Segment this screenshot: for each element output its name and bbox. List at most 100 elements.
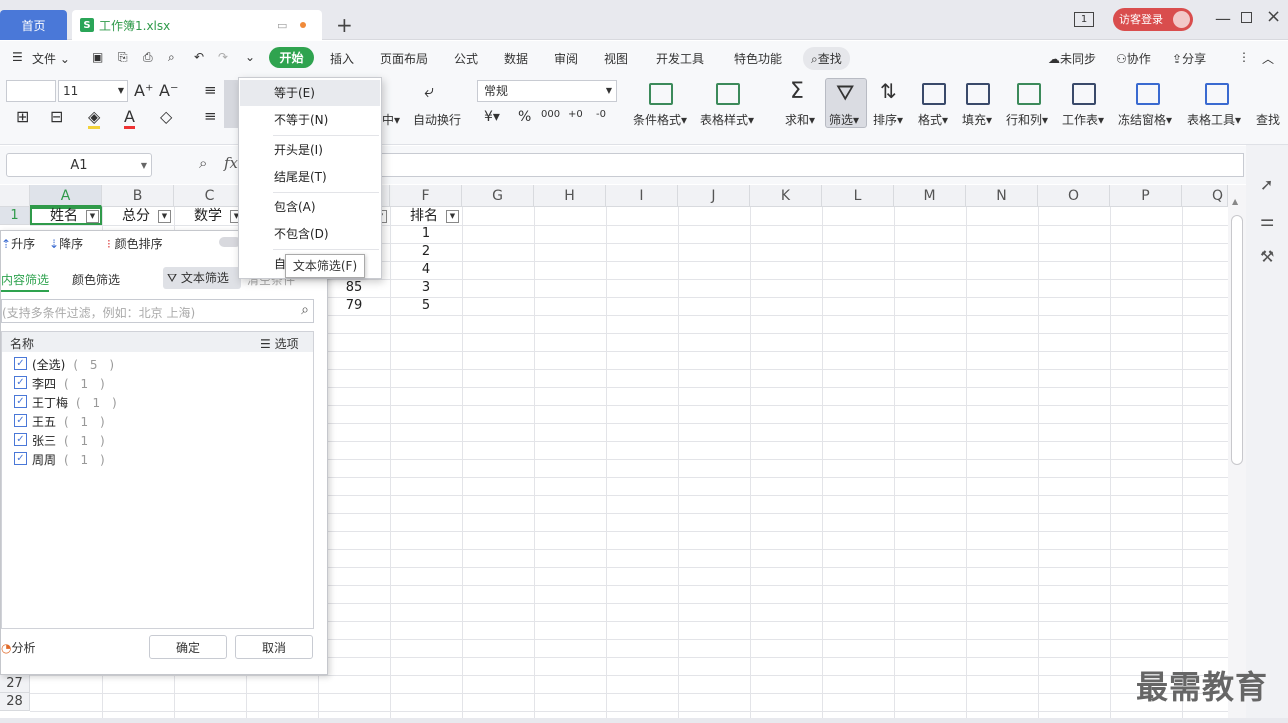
menu-item-begins-with[interactable]: 开头是(I) bbox=[240, 137, 380, 163]
page-indicator[interactable]: 1 bbox=[1074, 12, 1094, 27]
hamburger-icon[interactable]: ☰ bbox=[12, 50, 23, 64]
font-color-icon[interactable]: A bbox=[124, 107, 135, 129]
menu-data[interactable]: 数据 bbox=[504, 50, 528, 67]
collapse-ribbon-icon[interactable]: ︿ bbox=[1262, 50, 1274, 67]
maximize-icon[interactable] bbox=[1241, 12, 1252, 23]
more-icon[interactable]: ⋮ bbox=[1238, 50, 1250, 64]
cancel-button[interactable]: 取消 bbox=[235, 635, 313, 659]
filter-options-button[interactable]: ☰ 选项 bbox=[260, 335, 299, 352]
align-active[interactable] bbox=[224, 80, 238, 128]
conditional-format-button[interactable]: 条件格式▾ bbox=[633, 111, 687, 128]
text-filter-button[interactable]: ⛛ 文本筛选 bbox=[163, 267, 241, 289]
sort-desc-button[interactable]: ⇣降序 bbox=[49, 235, 83, 252]
cell-f2[interactable]: 1 bbox=[390, 225, 462, 243]
scroll-up-icon[interactable]: ▲ bbox=[1232, 197, 1238, 206]
filter-search-input[interactable]: (支持多条件过滤，例如：北京 上海) ⌕ bbox=[1, 299, 314, 323]
zoom-icon[interactable]: ⌕ bbox=[199, 154, 207, 172]
sync-button[interactable]: ☁未同步 bbox=[1048, 50, 1096, 67]
currency-button[interactable]: ¥▾ bbox=[484, 109, 500, 125]
cell-b1[interactable]: 总分 bbox=[108, 207, 164, 225]
col-header-n[interactable]: N bbox=[966, 185, 1038, 207]
wrap-text-button[interactable]: 自动换行 bbox=[413, 111, 461, 128]
decimal-increase-button[interactable]: +0 bbox=[568, 109, 583, 120]
cell-f5[interactable]: 3 bbox=[390, 279, 462, 297]
settings-slider-icon[interactable]: ⚌ bbox=[1260, 211, 1274, 230]
worksheet-button[interactable]: 工作表▾ bbox=[1062, 111, 1104, 128]
new-tab-icon[interactable]: + bbox=[336, 13, 353, 37]
monitor-icon[interactable]: ▭ bbox=[277, 19, 287, 32]
col-header-f[interactable]: F bbox=[390, 185, 462, 207]
row-header-1[interactable]: 1 bbox=[0, 207, 30, 225]
scroll-thumb[interactable] bbox=[1231, 215, 1243, 465]
cell-f6[interactable]: 5 bbox=[390, 297, 462, 315]
cell-f1[interactable]: 排名 bbox=[396, 207, 452, 225]
format-button[interactable]: 格式▾ bbox=[918, 111, 948, 128]
tab-color-filter[interactable]: 颜色筛选 bbox=[72, 271, 120, 288]
menu-item-not-equals[interactable]: 不等于(N) bbox=[240, 107, 380, 133]
col-header-p[interactable]: P bbox=[1110, 185, 1182, 207]
menu-item-equals[interactable]: 等于(E) bbox=[240, 80, 380, 106]
save-icon[interactable]: ▣ bbox=[92, 50, 103, 64]
checkbox-item[interactable]: ✓ bbox=[14, 452, 27, 465]
menu-item-ends-with[interactable]: 结尾是(T) bbox=[240, 164, 380, 190]
cell-e6[interactable]: 79 bbox=[318, 297, 390, 315]
minimize-icon[interactable]: — bbox=[1215, 9, 1231, 28]
find-button[interactable]: 查找 bbox=[1256, 111, 1280, 128]
customize-icon[interactable]: ⌄ bbox=[245, 50, 255, 64]
col-header-a[interactable]: A bbox=[30, 185, 102, 207]
export-icon[interactable]: ⎘ bbox=[118, 50, 128, 65]
fill-button[interactable]: 填充▾ bbox=[962, 111, 992, 128]
tab-content-filter[interactable]: 内容筛选 bbox=[1, 271, 50, 292]
col-header-g[interactable]: G bbox=[462, 185, 534, 207]
cell-e5[interactable]: 85 bbox=[318, 279, 390, 297]
menu-review[interactable]: 审阅 bbox=[554, 50, 578, 67]
checkbox-item[interactable]: ✓ bbox=[14, 433, 27, 446]
table-tools-button[interactable]: 表格工具▾ bbox=[1187, 111, 1241, 128]
filter-dropdown-f[interactable]: ▼ bbox=[446, 210, 459, 223]
analysis-button[interactable]: ◔分析 bbox=[1, 639, 36, 656]
col-header-h[interactable]: H bbox=[534, 185, 606, 207]
cell-a1[interactable]: 姓名 bbox=[36, 207, 92, 225]
border-icon[interactable]: ⊞ bbox=[16, 107, 29, 126]
thousands-button[interactable]: 000 bbox=[541, 109, 560, 120]
decimal-decrease-button[interactable]: -0 bbox=[596, 109, 606, 120]
checkbox-item[interactable]: ✓ bbox=[14, 376, 27, 389]
share-button[interactable]: ⇪分享 bbox=[1172, 50, 1206, 67]
menu-view[interactable]: 视图 bbox=[604, 50, 628, 67]
select-all-corner[interactable] bbox=[0, 185, 30, 207]
col-header-m[interactable]: M bbox=[894, 185, 966, 207]
col-header-i[interactable]: I bbox=[606, 185, 678, 207]
align-left-icon[interactable]: ≡ bbox=[204, 107, 217, 125]
close-icon[interactable]: × bbox=[1266, 6, 1281, 27]
formula-input[interactable] bbox=[250, 153, 1244, 177]
ok-button[interactable]: 确定 bbox=[149, 635, 227, 659]
checkbox-item[interactable]: ✓ bbox=[14, 414, 27, 427]
checkbox-select-all[interactable]: ✓ bbox=[14, 357, 27, 370]
col-header-l[interactable]: L bbox=[822, 185, 894, 207]
col-header-q[interactable]: Q bbox=[1182, 185, 1228, 207]
sum-button[interactable]: 求和▾ bbox=[785, 111, 815, 128]
col-header-k[interactable]: K bbox=[750, 185, 822, 207]
align-top-icon[interactable]: ≡ bbox=[204, 81, 217, 99]
row-header-27[interactable]: 27 bbox=[0, 675, 30, 693]
redo-icon[interactable]: ↷ bbox=[218, 50, 228, 64]
sort-asc-button[interactable]: ⇡升序 bbox=[1, 235, 35, 252]
filter-dropdown-b[interactable]: ▼ bbox=[158, 210, 171, 223]
number-format-select[interactable]: 常规 ▼ bbox=[477, 80, 617, 102]
login-button[interactable]: 访客登录 bbox=[1113, 8, 1193, 31]
collab-button[interactable]: ⚇协作 bbox=[1116, 50, 1151, 67]
fill-color-icon[interactable]: ◈ bbox=[88, 107, 101, 129]
col-header-o[interactable]: O bbox=[1038, 185, 1110, 207]
col-header-j[interactable]: J bbox=[678, 185, 750, 207]
menu-item-contains[interactable]: 包含(A) bbox=[240, 194, 380, 220]
merge-center-button[interactable]: 中▾ bbox=[382, 111, 400, 128]
freeze-button[interactable]: 冻结窗格▾ bbox=[1118, 111, 1172, 128]
table-style-button[interactable]: 表格样式▾ bbox=[700, 111, 754, 128]
cell-c1[interactable]: 数学 bbox=[180, 207, 236, 225]
menu-features[interactable]: 特色功能 bbox=[734, 50, 782, 67]
cell-f3[interactable]: 2 bbox=[390, 243, 462, 261]
menu-formula[interactable]: 公式 bbox=[454, 50, 478, 67]
eraser-icon[interactable]: ◇ bbox=[160, 107, 172, 126]
vertical-scrollbar[interactable]: ▲ bbox=[1228, 185, 1246, 718]
cell-f4[interactable]: 4 bbox=[390, 261, 462, 279]
